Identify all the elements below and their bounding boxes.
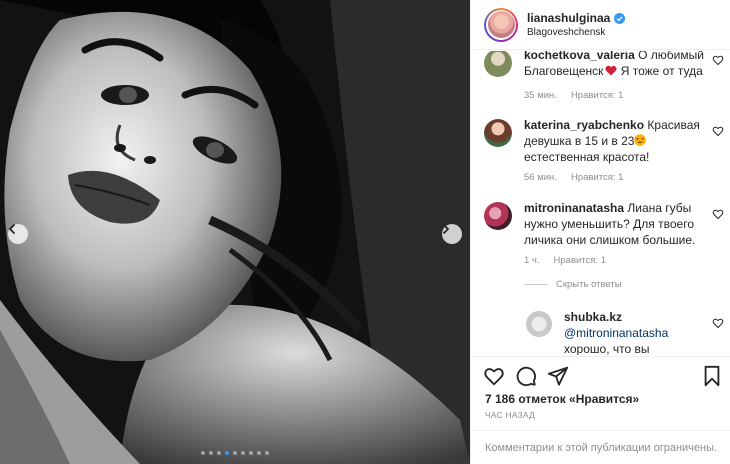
commenter-username[interactable]: mitroninanatasha: [524, 201, 624, 215]
carousel-dot: [209, 451, 213, 455]
commenter-username[interactable]: kochetkova_valeria: [524, 51, 635, 62]
portrait-image: [0, 0, 470, 464]
likes-count[interactable]: 7 186 отметок «Нравится»: [485, 392, 639, 406]
carousel-indicator: [0, 451, 470, 455]
commenter-avatar[interactable]: [484, 51, 512, 77]
red-heart-emoji-icon: [605, 65, 617, 76]
hide-replies-label: Скрыть ответы: [556, 279, 622, 290]
reply-text: хорошо, что вы: [564, 342, 650, 355]
comment-likes[interactable]: Нравится: 1: [571, 172, 623, 183]
comments-list[interactable]: kochetkova_valeria О любимый Благовещенс…: [471, 51, 730, 355]
reply-item: shubka.kz @mitroninanatasha хорошо, что …: [526, 309, 724, 355]
commenter-avatar[interactable]: [484, 202, 512, 230]
next-slide-button[interactable]: [442, 224, 462, 244]
carousel-dot: [201, 451, 205, 455]
previous-slide-button[interactable]: [8, 224, 28, 244]
comment-likes[interactable]: Нравится: 1: [571, 90, 623, 101]
post-location[interactable]: Blagoveshchensk: [527, 27, 625, 38]
comment-item: mitroninanatasha Лиана губы нужно уменьш…: [484, 200, 724, 270]
chevron-right-icon: [443, 224, 450, 234]
comment-time[interactable]: 56 мин.: [524, 172, 557, 183]
comment-item: kochetkova_valeria О любимый Благовещенс…: [484, 51, 724, 107]
like-comment-heart-icon[interactable]: [712, 208, 724, 220]
author-username[interactable]: lianashulginaa: [527, 11, 610, 25]
comment-text-continued: естественная красота!: [524, 150, 650, 164]
hide-replies-button[interactable]: Скрыть ответы: [524, 279, 622, 290]
carousel-dot: [217, 451, 221, 455]
replies-divider: [524, 284, 548, 285]
carousel-dot: [225, 451, 229, 455]
carousel-dot: [233, 451, 237, 455]
chevron-left-icon: [8, 224, 15, 234]
heart-eyes-emoji-icon: [634, 134, 647, 146]
comment-likes[interactable]: Нравится: 1: [554, 255, 606, 266]
author-avatar[interactable]: [484, 7, 518, 42]
like-heart-icon[interactable]: [483, 365, 505, 387]
replier-avatar[interactable]: [526, 311, 552, 337]
carousel-dot: [241, 451, 245, 455]
comments-disabled-notice: Комментарии к этой публикации ограничены…: [471, 430, 730, 464]
like-comment-heart-icon[interactable]: [712, 54, 724, 66]
post-timestamp[interactable]: ЧАС НАЗАД: [485, 410, 535, 420]
comment-text-continued: Я тоже от туда: [617, 64, 703, 78]
comment-item: katerina_ryabchenko Красивая девушка в 1…: [484, 117, 724, 187]
post-photo[interactable]: [0, 0, 470, 464]
commenter-avatar[interactable]: [484, 119, 512, 147]
like-comment-heart-icon[interactable]: [712, 125, 724, 137]
save-bookmark-icon[interactable]: [701, 365, 723, 387]
carousel-dot: [265, 451, 269, 455]
share-direct-icon[interactable]: [547, 365, 569, 387]
replier-username[interactable]: shubka.kz: [564, 310, 622, 324]
comment-bubble-icon[interactable]: [515, 365, 537, 387]
carousel-dot: [257, 451, 261, 455]
comment-time[interactable]: 35 мин.: [524, 90, 557, 101]
verified-badge-icon: [614, 12, 626, 24]
post-sidebar: lianashulginaa Blagoveshchensk kochetkov…: [470, 0, 730, 464]
carousel-dot: [249, 451, 253, 455]
post-header: lianashulginaa Blagoveshchensk: [471, 0, 730, 50]
reply-mention[interactable]: @mitroninanatasha: [564, 326, 668, 340]
like-reply-heart-icon[interactable]: [712, 317, 724, 329]
comment-time[interactable]: 1 ч.: [524, 255, 540, 266]
commenter-username[interactable]: katerina_ryabchenko: [524, 118, 644, 132]
